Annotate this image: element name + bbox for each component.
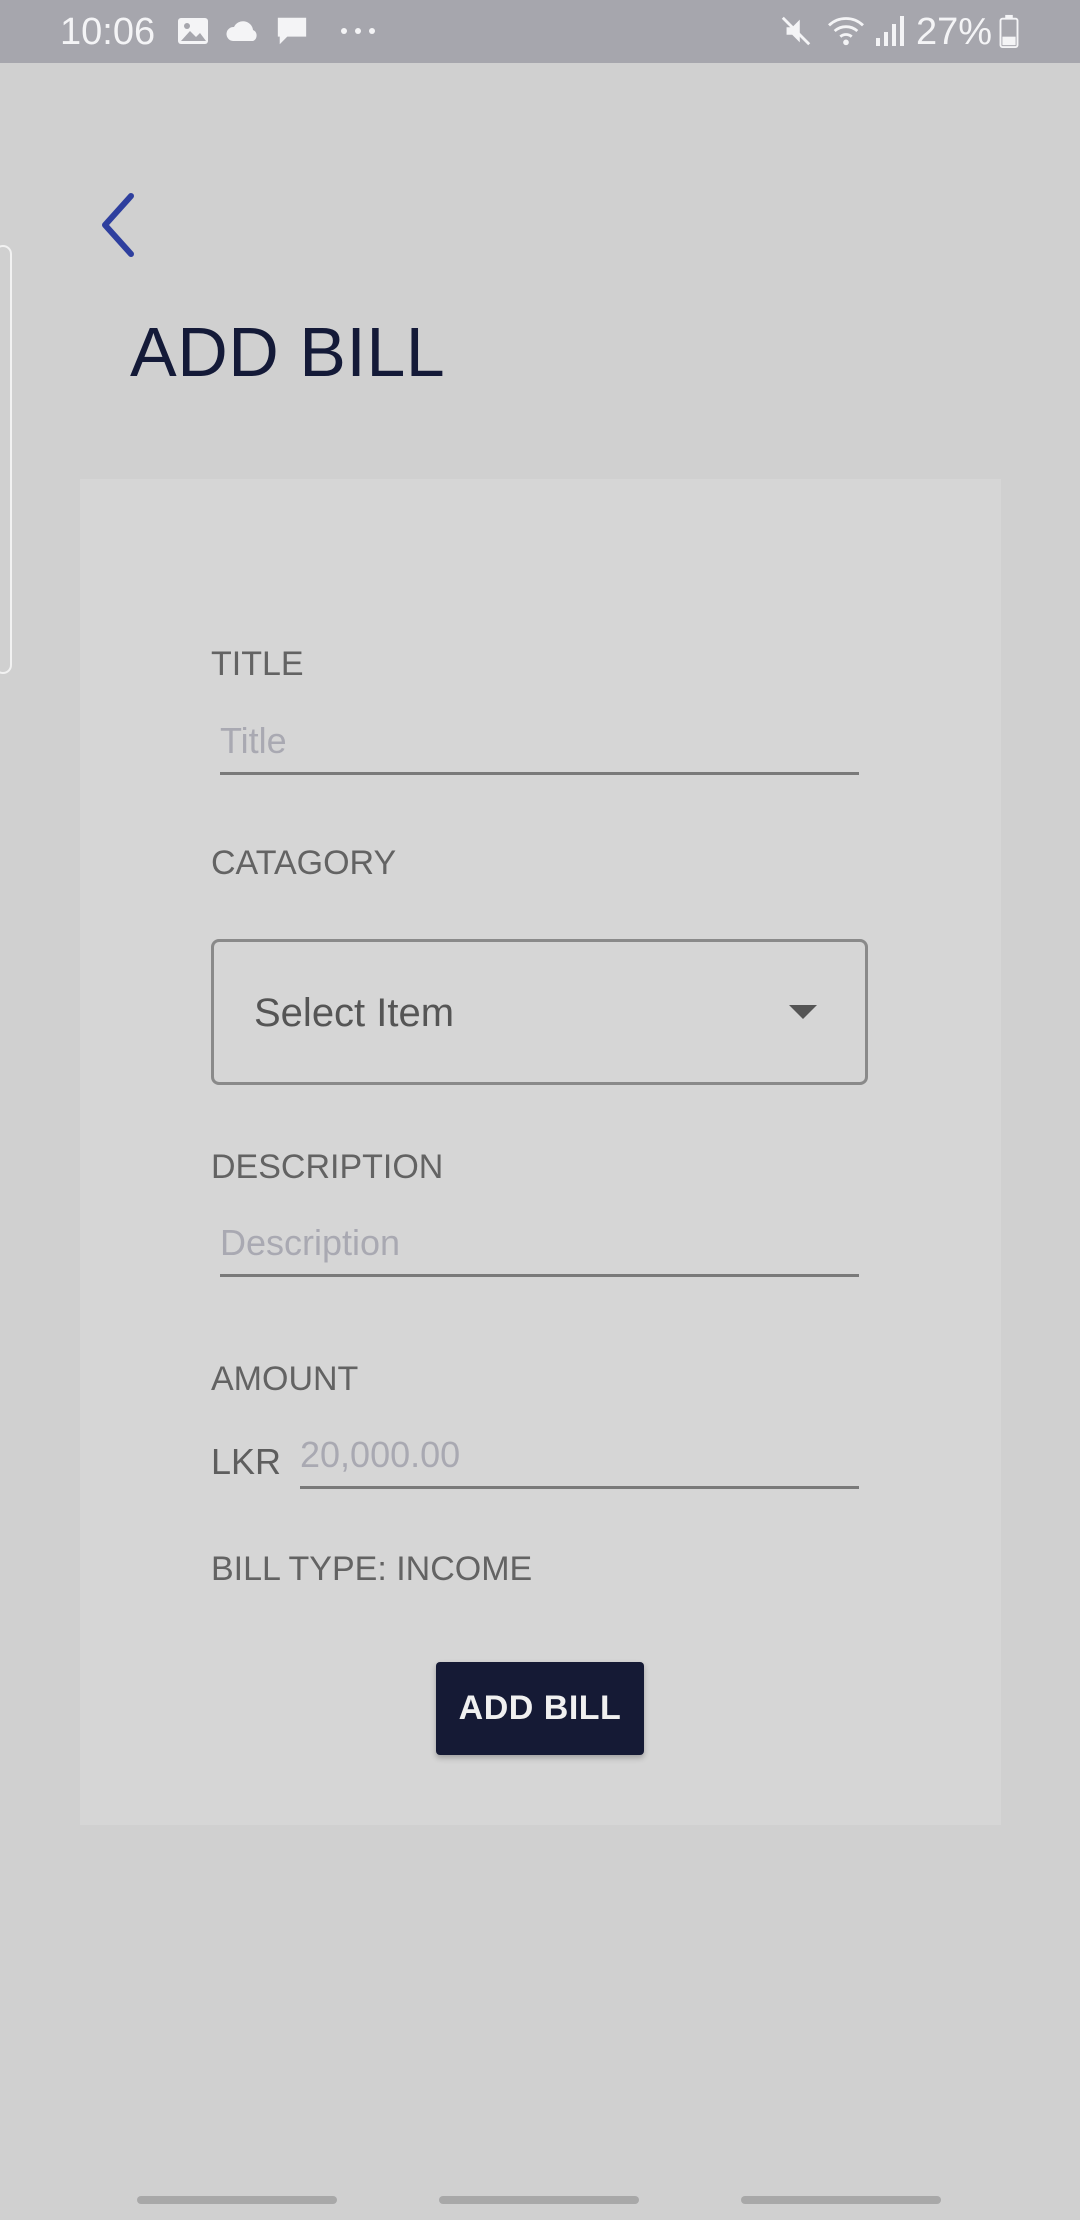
description-label: DESCRIPTION [211, 1148, 444, 1186]
page-title: ADD BILL [130, 313, 446, 391]
category-select[interactable]: Select Item [211, 939, 868, 1085]
status-bar: 10:06 27% [0, 0, 1080, 63]
signal-icon [876, 16, 904, 46]
title-label: TITLE [211, 645, 304, 683]
add-bill-button[interactable]: ADD BILL [436, 1662, 644, 1755]
bill-type-text: BILL TYPE: INCOME [211, 1550, 533, 1588]
nav-recents-button[interactable] [137, 2196, 337, 2204]
chevron-left-icon[interactable] [95, 190, 145, 260]
message-icon [277, 17, 307, 45]
battery-percentage: 27% [916, 11, 993, 53]
nav-back-button[interactable] [741, 2196, 941, 2204]
image-icon [178, 18, 208, 44]
nav-home-button[interactable] [439, 2196, 639, 2204]
more-icon [341, 28, 375, 34]
title-input[interactable] [220, 718, 859, 775]
wifi-icon [828, 17, 864, 46]
status-time: 10:06 [60, 11, 156, 53]
category-selected-value: Select Item [254, 991, 455, 1035]
mute-icon [781, 16, 811, 46]
category-label: CATAGORY [211, 844, 397, 882]
amount-input[interactable] [300, 1432, 859, 1489]
description-input[interactable] [220, 1220, 859, 1277]
dropdown-arrow-icon [789, 1005, 817, 1019]
cloud-icon [226, 21, 257, 41]
battery-icon [999, 14, 1019, 48]
currency-label: LKR [211, 1441, 282, 1482]
edge-panel-handle[interactable] [0, 245, 12, 674]
amount-label: AMOUNT [211, 1360, 359, 1398]
